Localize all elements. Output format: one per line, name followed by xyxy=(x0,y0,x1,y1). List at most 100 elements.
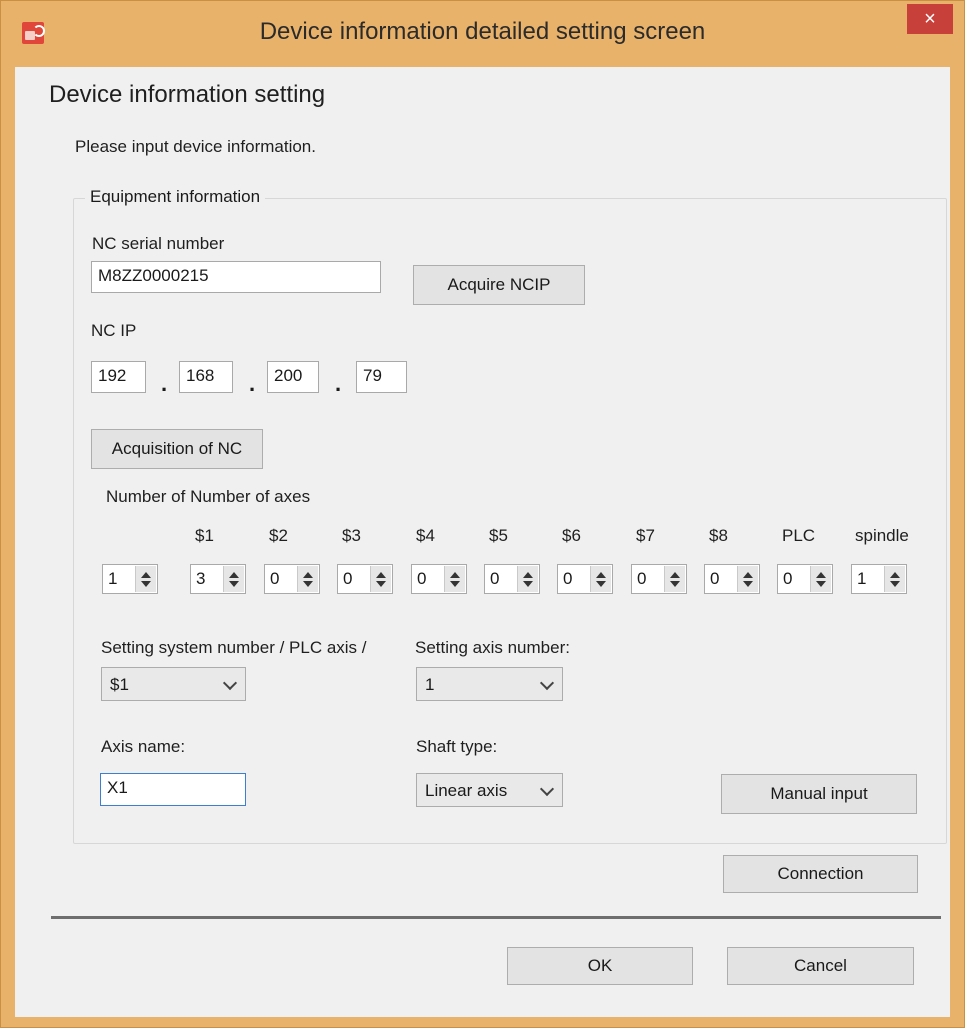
system-3-axes-spinner[interactable]: 0 xyxy=(337,564,393,594)
close-button[interactable]: × xyxy=(907,4,953,34)
ip-dot: . xyxy=(335,371,342,396)
spinner-buttons[interactable] xyxy=(517,566,538,592)
axis-name-label: Axis name: xyxy=(101,737,186,756)
spin-up-icon[interactable] xyxy=(229,572,239,578)
spinner-value: 0 xyxy=(490,569,500,588)
system-7-axes-spinner[interactable]: 0 xyxy=(631,564,687,594)
serial-number-label: NC serial number xyxy=(92,234,225,253)
ip-octet-1-input[interactable]: 192 xyxy=(91,361,146,393)
spinner-buttons[interactable] xyxy=(135,566,156,592)
manual-input-button[interactable]: Manual input xyxy=(721,774,917,814)
system-5-axes-spinner[interactable]: 0 xyxy=(484,564,540,594)
ip-octet-3-input[interactable]: 200 xyxy=(267,361,319,393)
spin-up-icon[interactable] xyxy=(303,572,313,578)
number-of-axes-label: Number of Number of axes xyxy=(106,487,311,506)
spinner-buttons[interactable] xyxy=(370,566,391,592)
spin-down-icon[interactable] xyxy=(816,581,826,587)
spin-up-icon[interactable] xyxy=(450,572,460,578)
spin-down-icon[interactable] xyxy=(141,581,151,587)
spinner-buttons[interactable] xyxy=(664,566,685,592)
spinner-value: 0 xyxy=(343,569,353,588)
spinner-buttons[interactable] xyxy=(297,566,318,592)
nc-ip-label: NC IP xyxy=(91,321,137,340)
spindle-axes-spinner[interactable]: 1 xyxy=(851,564,907,594)
chevron-down-icon xyxy=(539,675,555,691)
system-8-axes-spinner[interactable]: 0 xyxy=(704,564,760,594)
shaft-type-select[interactable]: Linear axis xyxy=(416,773,563,807)
spinner-value: 0 xyxy=(417,569,427,588)
spinner-buttons[interactable] xyxy=(590,566,611,592)
spinner-buttons[interactable] xyxy=(444,566,465,592)
select-value: Linear axis xyxy=(425,781,508,800)
spinner-value: 0 xyxy=(783,569,793,588)
axis-header-5: $5 xyxy=(489,526,508,545)
spin-up-icon[interactable] xyxy=(816,572,826,578)
spin-down-icon[interactable] xyxy=(670,581,680,587)
cancel-button[interactable]: Cancel xyxy=(727,947,914,985)
axis-header-1: $1 xyxy=(195,526,214,545)
select-value: $1 xyxy=(110,675,129,694)
spinner-buttons[interactable] xyxy=(223,566,244,592)
connection-button[interactable]: Connection xyxy=(723,855,918,893)
separator xyxy=(51,916,941,919)
setting-axis-number-select[interactable]: 1 xyxy=(416,667,563,701)
spin-down-icon[interactable] xyxy=(376,581,386,587)
spin-down-icon[interactable] xyxy=(450,581,460,587)
acquire-ncip-button[interactable]: Acquire NCIP xyxy=(413,265,585,305)
ip-dot: . xyxy=(249,371,256,396)
spinner-buttons[interactable] xyxy=(884,566,905,592)
setting-system-select[interactable]: $1 xyxy=(101,667,246,701)
shaft-type-label: Shaft type: xyxy=(416,737,498,756)
close-icon: × xyxy=(924,8,936,30)
axis-header-6: $6 xyxy=(562,526,581,545)
dialog-body: Device information setting Please input … xyxy=(15,67,950,1017)
axis-header-8: $8 xyxy=(709,526,728,545)
ip-dot: . xyxy=(161,371,168,396)
spin-down-icon[interactable] xyxy=(890,581,900,587)
spinner-buttons[interactable] xyxy=(737,566,758,592)
instruction-text: Please input device information. xyxy=(75,137,316,156)
ok-button[interactable]: OK xyxy=(507,947,693,985)
equipment-legend: Equipment information xyxy=(85,187,266,207)
chevron-down-icon xyxy=(539,781,555,797)
spin-down-icon[interactable] xyxy=(596,581,606,587)
axis-header-2: $2 xyxy=(269,526,288,545)
spin-up-icon[interactable] xyxy=(890,572,900,578)
ip-octet-4-input[interactable]: 79 xyxy=(356,361,407,393)
system-4-axes-spinner[interactable]: 0 xyxy=(411,564,467,594)
spinner-value: 0 xyxy=(710,569,720,588)
system-6-axes-spinner[interactable]: 0 xyxy=(557,564,613,594)
spinner-buttons[interactable] xyxy=(810,566,831,592)
setting-axis-number-label: Setting axis number: xyxy=(415,638,570,657)
axis-header-7: $7 xyxy=(636,526,655,545)
spin-down-icon[interactable] xyxy=(303,581,313,587)
ip-octet-2-input[interactable]: 168 xyxy=(179,361,233,393)
spinner-value: 3 xyxy=(196,569,206,588)
spinner-value: 1 xyxy=(857,569,867,588)
spin-up-icon[interactable] xyxy=(743,572,753,578)
plc-axes-spinner[interactable]: 0 xyxy=(777,564,833,594)
spinner-value: 0 xyxy=(637,569,647,588)
title-bar[interactable]: Device information detailed setting scre… xyxy=(1,1,964,67)
spin-down-icon[interactable] xyxy=(523,581,533,587)
axis-header-3: $3 xyxy=(342,526,361,545)
setting-system-label: Setting system number / PLC axis / xyxy=(101,638,367,657)
spinner-value: 0 xyxy=(563,569,573,588)
spin-up-icon[interactable] xyxy=(596,572,606,578)
dialog-window: Device information detailed setting scre… xyxy=(0,0,965,1028)
select-value: 1 xyxy=(425,675,435,694)
spin-up-icon[interactable] xyxy=(670,572,680,578)
acquisition-of-nc-button[interactable]: Acquisition of NC xyxy=(91,429,263,469)
axis-header-plc: PLC xyxy=(782,526,816,545)
system-1-axes-spinner[interactable]: 3 xyxy=(190,564,246,594)
spin-down-icon[interactable] xyxy=(229,581,239,587)
spin-up-icon[interactable] xyxy=(523,572,533,578)
axis-name-input[interactable]: X1 xyxy=(100,773,246,806)
spin-up-icon[interactable] xyxy=(376,572,386,578)
window-title: Device information detailed setting scre… xyxy=(259,18,706,45)
axes-count-spinner[interactable]: 1 xyxy=(102,564,158,594)
spin-down-icon[interactable] xyxy=(743,581,753,587)
spin-up-icon[interactable] xyxy=(141,572,151,578)
system-2-axes-spinner[interactable]: 0 xyxy=(264,564,320,594)
serial-number-input[interactable]: M8ZZ0000215 xyxy=(91,261,381,293)
